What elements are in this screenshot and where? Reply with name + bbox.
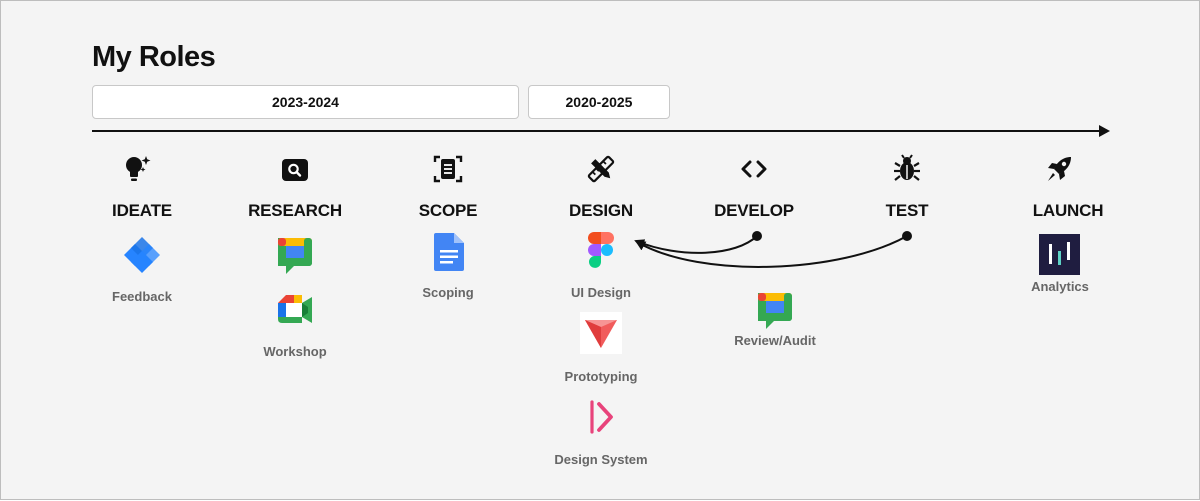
zeroheight-icon <box>590 400 613 434</box>
google-chat-icon <box>278 238 312 274</box>
tool-label-review-audit: Review/Audit <box>734 333 816 348</box>
google-meet-icon <box>278 295 312 323</box>
figma-icon <box>588 232 614 268</box>
google-docs-icon <box>434 233 464 271</box>
tool-label-ui-design: UI Design <box>571 285 631 300</box>
tool-label-prototyping: Prototyping <box>564 369 638 384</box>
develop-connector-dot <box>752 231 762 241</box>
tool-label-design-system: Design System <box>554 452 648 467</box>
tool-label-scoping: Scoping <box>422 285 474 300</box>
tool-label-workshop: Workshop <box>263 344 327 359</box>
analytics-bars-icon <box>1039 234 1080 275</box>
test-connector-dot <box>902 231 912 241</box>
jira-icon <box>124 237 160 273</box>
google-chat-icon <box>758 293 792 329</box>
canvas: My Roles 2023-2024 2020-2025 IDEATE RESE… <box>0 0 1200 500</box>
tool-label-analytics: Analytics <box>1031 279 1089 294</box>
tool-label-feedback: Feedback <box>112 289 172 304</box>
protopie-icon <box>580 312 622 354</box>
